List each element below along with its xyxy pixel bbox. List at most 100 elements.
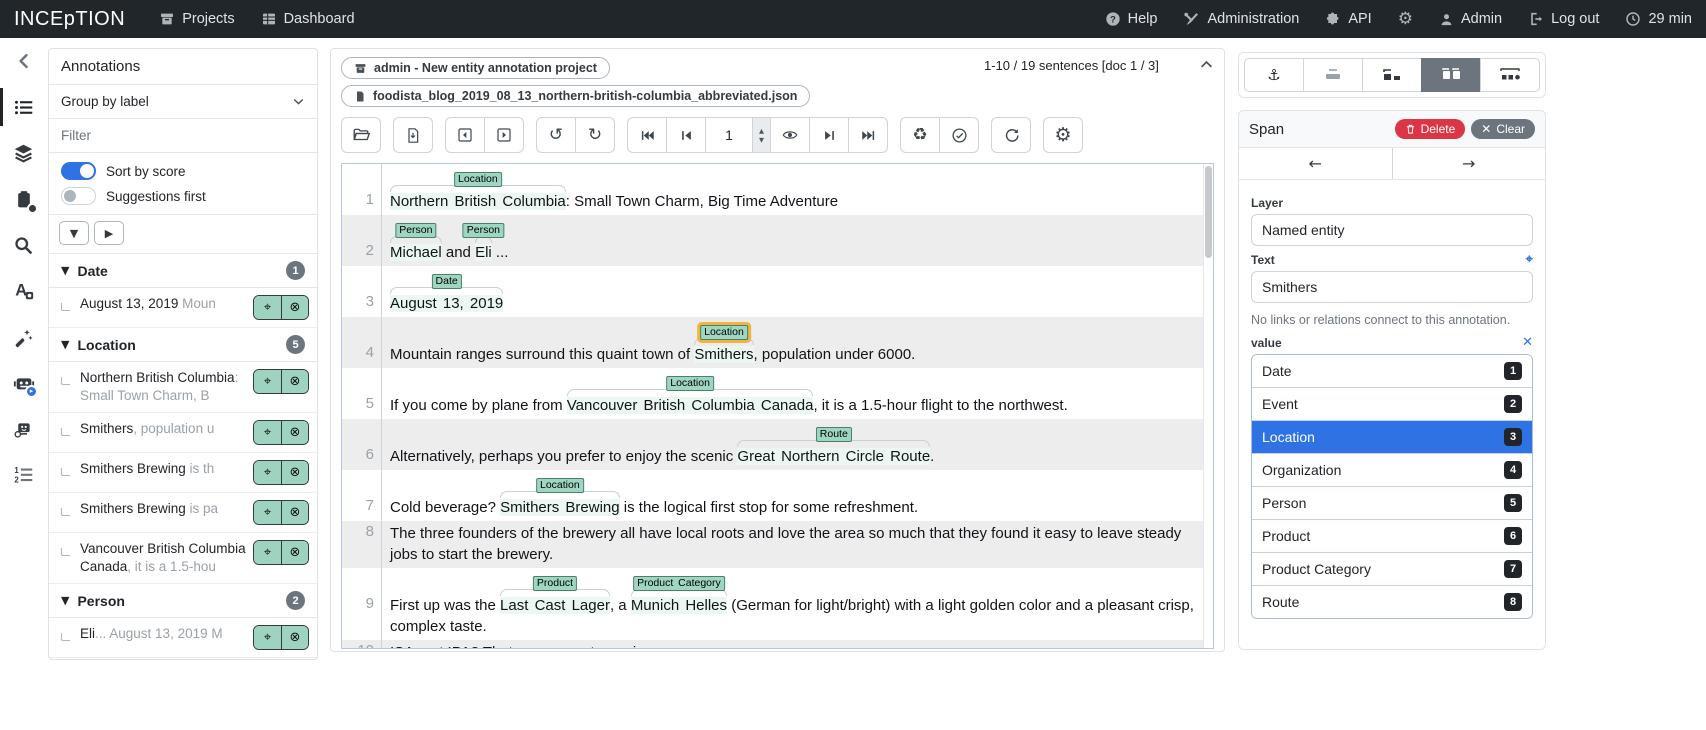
jump-to-annotation-button[interactable]: ⌖	[254, 461, 281, 484]
reject-annotation-button[interactable]: ⊗	[281, 421, 308, 444]
annotation-span[interactable]: Location Vancouver British Columbia Canad…	[566, 376, 814, 414]
sentence-text[interactable]: Location Northern British Columbia: Small…	[382, 164, 1203, 215]
reset-document-button[interactable]: ♻	[900, 117, 940, 153]
annotation-group-header[interactable]: ▼ Location 5	[49, 328, 317, 362]
sentence-text[interactable]: ISA, not IPA? That was a great surprise.	[382, 640, 1203, 648]
clear-selection-button[interactable]: ✕ Clear	[1471, 119, 1535, 139]
number-stepper[interactable]: ▲ ▼	[752, 118, 770, 152]
breadcrumb-project[interactable]: admin - New entity annotation project	[341, 57, 610, 79]
editor-settings-button[interactable]: ⚙	[1043, 117, 1083, 153]
annotation-label-chip[interactable]: Location	[454, 172, 502, 187]
annotation-group-header[interactable]: ▼ Date 1	[49, 254, 317, 288]
annotation-list-item[interactable]: Vancouver British Columbia Canada, it is…	[49, 533, 317, 584]
jump-to-annotation-button[interactable]: ⌖	[254, 296, 281, 319]
document-scrollbar[interactable]	[1203, 164, 1213, 648]
reject-annotation-button[interactable]: ⊗	[281, 370, 308, 393]
annotation-list-item[interactable]: Smithers, population u ⌖ ⊗	[49, 413, 317, 453]
first-page-button[interactable]	[627, 117, 667, 153]
annotation-group-header[interactable]: ▼ Person 2	[49, 584, 317, 618]
sidebar-tab-automation[interactable]	[0, 360, 47, 406]
mode-dotted-button[interactable]	[1480, 58, 1540, 92]
sidebar-tab-curation[interactable]: 12	[0, 452, 47, 498]
sidebar-tab-search[interactable]	[0, 222, 47, 268]
reject-annotation-button[interactable]: ⊗	[281, 461, 308, 484]
sentence-text[interactable]: If you come by plane from Location Vancou…	[382, 368, 1203, 419]
sentence-text[interactable]: Alternatively, perhaps you prefer to enj…	[382, 419, 1203, 470]
annotation-list-item[interactable]: Smithers Brewing is pa ⌖ ⊗	[49, 493, 317, 533]
annotation-label-chip[interactable]: Person	[462, 223, 505, 238]
expand-all-button[interactable]: ▶	[94, 221, 124, 245]
collapse-sidebar-button[interactable]	[0, 38, 47, 84]
jump-to-annotation-button[interactable]: ⌖	[254, 501, 281, 524]
jump-to-annotation-button[interactable]: ⌖	[254, 626, 281, 649]
annotation-span[interactable]: Location Smithers	[694, 325, 754, 363]
collapse-header-button[interactable]	[1199, 57, 1214, 75]
annotation-list-item[interactable]: Eli... August 13, 2019 M ⌖ ⊗	[49, 618, 317, 658]
layer-value[interactable]: Named entity	[1251, 214, 1533, 246]
value-option[interactable]: Event 2	[1252, 387, 1532, 420]
nav-projects[interactable]: Projects	[159, 11, 235, 27]
text-value[interactable]: Smithers	[1251, 271, 1533, 303]
annotation-label-chip[interactable]: Product	[532, 576, 578, 591]
nav-admin-user[interactable]: Admin	[1439, 11, 1502, 27]
annotation-label-chip[interactable]: Location	[700, 325, 748, 340]
prev-annotation-button[interactable]: ←	[1239, 148, 1392, 179]
settings-gear-button[interactable]: ⚙	[1398, 9, 1413, 29]
annotation-span[interactable]: Person Eli	[462, 223, 505, 261]
annotation-list-item[interactable]: August 13, 2019 Moun ⌖ ⊗	[49, 288, 317, 328]
pin-scroll-button[interactable]: ⚓	[1244, 58, 1304, 92]
annotation-span[interactable]: Date August 13, 2019	[390, 274, 504, 312]
next-unit-button[interactable]	[484, 117, 524, 153]
next-annotation-button[interactable]: →	[1391, 148, 1545, 179]
group-by-select[interactable]: Group by label	[49, 85, 317, 119]
annotation-label-chip[interactable]: Location	[535, 478, 584, 493]
mode-no-labels-button[interactable]	[1303, 58, 1363, 92]
mode-compact-button[interactable]	[1362, 58, 1422, 92]
delete-annotation-button[interactable]: Delete	[1394, 119, 1466, 139]
annotation-span[interactable]: Location Smithers Brewing	[500, 478, 620, 516]
nav-administration[interactable]: Administration	[1183, 11, 1299, 28]
reject-annotation-button[interactable]: ⊗	[281, 626, 308, 649]
value-option[interactable]: Product 6	[1252, 519, 1532, 552]
annotation-list-item[interactable]: Smithers Brewing is th ⌖ ⊗	[49, 453, 317, 493]
refresh-button[interactable]	[991, 117, 1031, 153]
suggestions-first-toggle[interactable]	[61, 187, 96, 205]
sort-by-score-toggle[interactable]	[61, 162, 96, 180]
annotation-span[interactable]: Location Northern British Columbia	[390, 172, 566, 210]
value-option[interactable]: Date 1	[1252, 355, 1532, 387]
annotation-list-item[interactable]: Michael and Eli... Augu⌖⊗	[49, 658, 317, 659]
annotation-list-item[interactable]: Northern British Columbia: Small Town Ch…	[49, 362, 317, 413]
target-icon[interactable]: ⌖	[1526, 252, 1533, 267]
finish-document-button[interactable]	[939, 117, 979, 153]
nav-help[interactable]: ? Help	[1105, 11, 1157, 27]
sentence-text[interactable]: Date August 13, 2019	[382, 266, 1203, 317]
annotation-label-chip[interactable]: Person	[395, 223, 437, 238]
sidebar-tab-annotations[interactable]	[0, 84, 47, 130]
mode-full-labels-button[interactable]	[1421, 58, 1481, 92]
annotation-label-chip[interactable]: Location	[666, 376, 714, 391]
redo-button[interactable]: ↻	[575, 117, 615, 153]
sidebar-tab-assistant[interactable]	[0, 406, 47, 452]
clear-value-icon[interactable]: ✕	[1522, 335, 1533, 350]
sidebar-tab-recommenders[interactable]	[0, 314, 47, 360]
breadcrumb-document[interactable]: foodista_blog_2019_08_13_northern-britis…	[341, 85, 811, 107]
undo-button[interactable]: ↺	[536, 117, 576, 153]
value-option[interactable]: Location 3	[1252, 420, 1532, 453]
annotation-span[interactable]: Product Last Cast Lager	[500, 576, 610, 614]
sentence-text[interactable]: First up was the Product Last Cast Lager,…	[382, 568, 1203, 640]
reject-annotation-button[interactable]: ⊗	[281, 501, 308, 524]
focus-view-button[interactable]	[770, 117, 810, 153]
prev-unit-button[interactable]	[445, 117, 485, 153]
open-document-button[interactable]	[341, 117, 381, 153]
sentence-text[interactable]: The three founders of the brewery all ha…	[382, 521, 1203, 568]
jump-to-annotation-button[interactable]: ⌖	[254, 370, 281, 393]
filter-input[interactable]	[61, 128, 305, 143]
sentence-text[interactable]: Mountain ranges surround this quaint tow…	[382, 317, 1203, 368]
annotation-label-chip[interactable]: Route	[815, 427, 852, 442]
annotation-span[interactable]: Product Category Munich Helles	[630, 576, 728, 614]
sidebar-tab-spelling[interactable]: A	[0, 268, 47, 314]
reject-annotation-button[interactable]: ⊗	[281, 541, 308, 564]
prev-page-button[interactable]	[666, 117, 706, 153]
sidebar-tab-documents[interactable]	[0, 176, 47, 222]
nav-logout[interactable]: Log out	[1528, 11, 1599, 27]
